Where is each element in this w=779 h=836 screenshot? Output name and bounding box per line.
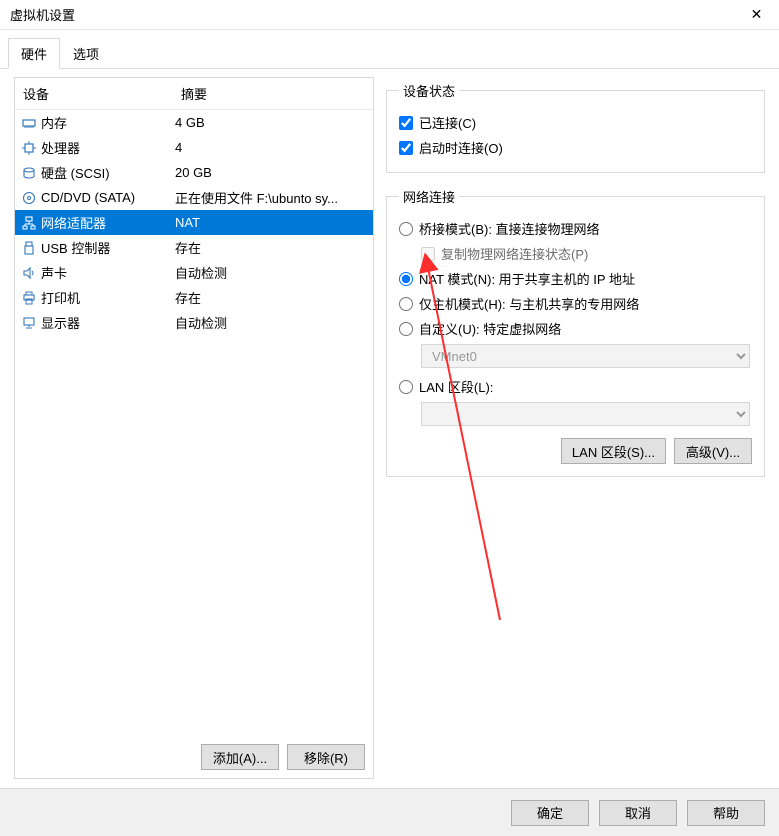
- device-status-group: 设备状态 已连接(C) 启动时连接(O): [386, 81, 765, 173]
- row-summary: 20 GB: [175, 165, 367, 180]
- replicate-row: 复制物理网络连接状态(P): [399, 241, 752, 266]
- replicate-checkbox: [421, 247, 435, 261]
- remove-button[interactable]: 移除(R): [287, 744, 365, 770]
- hostonly-label: 仅主机模式(H): 与主机共享的专用网络: [419, 294, 639, 313]
- printer-icon: [21, 290, 37, 306]
- device-list: 设备 摘要 内存 4 GB 处理器 4 硬盘 (SCSI) 20 GB CD/D…: [15, 78, 373, 736]
- connect-at-power-row[interactable]: 启动时连接(O): [399, 135, 752, 160]
- nat-label: NAT 模式(N): 用于共享主机的 IP 地址: [419, 269, 635, 288]
- device-panel: 设备 摘要 内存 4 GB 处理器 4 硬盘 (SCSI) 20 GB CD/D…: [14, 77, 374, 779]
- settings-panel: 设备状态 已连接(C) 启动时连接(O) 网络连接 桥接模式(B): 直接连接物…: [386, 77, 765, 779]
- row-label: 处理器: [41, 138, 80, 157]
- row-label: 内存: [41, 113, 67, 132]
- bridged-row[interactable]: 桥接模式(B): 直接连接物理网络: [399, 216, 752, 241]
- lan-segment-row[interactable]: LAN 区段(L):: [399, 374, 752, 399]
- custom-row[interactable]: 自定义(U): 特定虚拟网络: [399, 316, 752, 341]
- left-buttons: 添加(A)... 移除(R): [15, 736, 373, 778]
- list-header: 设备 摘要: [15, 78, 373, 110]
- connected-row[interactable]: 已连接(C): [399, 110, 752, 135]
- row-summary: 4: [175, 140, 367, 155]
- content: 设备 摘要 内存 4 GB 处理器 4 硬盘 (SCSI) 20 GB CD/D…: [0, 69, 779, 779]
- row-usb[interactable]: USB 控制器 存在: [15, 235, 373, 260]
- row-sound[interactable]: 声卡 自动检测: [15, 260, 373, 285]
- row-label: 声卡: [41, 263, 67, 282]
- connect-at-power-label: 启动时连接(O): [419, 138, 503, 157]
- tab-hardware[interactable]: 硬件: [8, 38, 60, 69]
- lan-segment-radio-label: LAN 区段(L):: [419, 377, 493, 396]
- custom-label: 自定义(U): 特定虚拟网络: [419, 319, 561, 338]
- row-cddvd[interactable]: CD/DVD (SATA) 正在使用文件 F:\ubunto sy...: [15, 185, 373, 210]
- connected-label: 已连接(C): [419, 113, 476, 132]
- add-button[interactable]: 添加(A)...: [201, 744, 279, 770]
- network-icon: [21, 215, 37, 231]
- row-cpu[interactable]: 处理器 4: [15, 135, 373, 160]
- network-buttons: LAN 区段(S)... 高级(V)...: [399, 432, 752, 464]
- bridged-label: 桥接模式(B): 直接连接物理网络: [419, 219, 600, 238]
- lan-segments-button[interactable]: LAN 区段(S)...: [561, 438, 666, 464]
- close-button[interactable]: ✕: [734, 0, 779, 30]
- row-printer[interactable]: 打印机 存在: [15, 285, 373, 310]
- disk-icon: [21, 165, 37, 181]
- row-summary: 正在使用文件 F:\ubunto sy...: [175, 188, 367, 207]
- device-status-legend: 设备状态: [399, 81, 459, 100]
- replicate-label: 复制物理网络连接状态(P): [441, 244, 588, 263]
- window-title: 虚拟机设置: [10, 5, 75, 24]
- lan-segment-select: [421, 402, 750, 426]
- tab-bar: 硬件 选项: [0, 30, 779, 69]
- cancel-button[interactable]: 取消: [599, 800, 677, 826]
- nat-radio[interactable]: [399, 272, 413, 286]
- row-display[interactable]: 显示器 自动检测: [15, 310, 373, 335]
- row-summary: NAT: [175, 215, 367, 230]
- hostonly-radio[interactable]: [399, 297, 413, 311]
- usb-icon: [21, 240, 37, 256]
- vmnet-select: VMnet0: [421, 344, 750, 368]
- close-icon: ✕: [751, 6, 763, 23]
- bridged-radio[interactable]: [399, 222, 413, 236]
- row-label: USB 控制器: [41, 238, 110, 257]
- row-summary: 存在: [175, 288, 367, 307]
- header-summary: 摘要: [181, 84, 365, 103]
- ok-button[interactable]: 确定: [511, 800, 589, 826]
- row-summary: 存在: [175, 238, 367, 257]
- row-memory[interactable]: 内存 4 GB: [15, 110, 373, 135]
- sound-icon: [21, 265, 37, 281]
- row-summary: 自动检测: [175, 263, 367, 282]
- display-icon: [21, 315, 37, 331]
- cd-icon: [21, 190, 37, 206]
- help-button[interactable]: 帮助: [687, 800, 765, 826]
- row-label: 网络适配器: [41, 213, 106, 232]
- row-label: 打印机: [41, 288, 80, 307]
- memory-icon: [21, 115, 37, 131]
- tab-options[interactable]: 选项: [60, 38, 112, 69]
- row-summary: 4 GB: [175, 115, 367, 130]
- row-label: CD/DVD (SATA): [41, 190, 135, 205]
- row-label: 显示器: [41, 313, 80, 332]
- lan-segment-radio[interactable]: [399, 380, 413, 394]
- row-label: 硬盘 (SCSI): [41, 163, 110, 182]
- nat-row[interactable]: NAT 模式(N): 用于共享主机的 IP 地址: [399, 266, 752, 291]
- dialog-footer: 确定 取消 帮助: [0, 788, 779, 836]
- custom-radio[interactable]: [399, 322, 413, 336]
- row-summary: 自动检测: [175, 313, 367, 332]
- hostonly-row[interactable]: 仅主机模式(H): 与主机共享的专用网络: [399, 291, 752, 316]
- row-network[interactable]: 网络适配器 NAT: [15, 210, 373, 235]
- titlebar: 虚拟机设置 ✕: [0, 0, 779, 30]
- connected-checkbox[interactable]: [399, 116, 413, 130]
- advanced-button[interactable]: 高级(V)...: [674, 438, 752, 464]
- cpu-icon: [21, 140, 37, 156]
- network-legend: 网络连接: [399, 187, 459, 206]
- network-connection-group: 网络连接 桥接模式(B): 直接连接物理网络 复制物理网络连接状态(P) NAT…: [386, 187, 765, 477]
- row-disk[interactable]: 硬盘 (SCSI) 20 GB: [15, 160, 373, 185]
- header-device: 设备: [23, 84, 181, 103]
- connect-at-power-checkbox[interactable]: [399, 141, 413, 155]
